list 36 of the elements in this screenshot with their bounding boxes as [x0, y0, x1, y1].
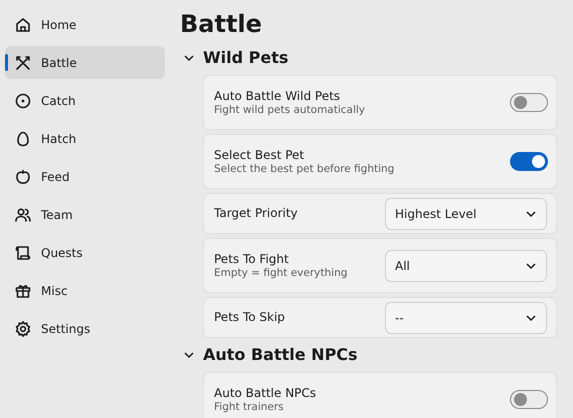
sidebar-item[interactable]: Settings — [5, 312, 165, 345]
setting-label: Pets To Fight — [214, 252, 290, 266]
sidebar-item[interactable]: Team — [5, 198, 165, 231]
toggle-switch[interactable] — [510, 93, 548, 112]
egg-icon — [14, 130, 32, 148]
sidebar-item[interactable]: Home — [5, 8, 165, 41]
setting-description: Select the best pet before fighting — [214, 162, 394, 176]
toggle-switch[interactable] — [510, 390, 548, 409]
setting-description: Fight trainers — [214, 400, 285, 414]
toggle-switch[interactable] — [510, 152, 548, 171]
setting-description: Fight wild pets automatically — [214, 104, 366, 116]
setting-label: Target Priority — [214, 206, 298, 221]
section-title: Auto Battle NPCs — [203, 344, 358, 366]
dropdown[interactable]: -- — [385, 302, 547, 334]
home-icon — [14, 16, 32, 34]
sidebar-item[interactable]: Misc — [5, 274, 165, 307]
active-indicator — [5, 54, 8, 71]
settings-icon — [14, 320, 32, 338]
setting-label: Pets To Skip — [214, 310, 285, 325]
sidebar-item[interactable]: Battle — [5, 46, 165, 79]
scroll-icon — [14, 244, 32, 262]
dropdown[interactable]: All — [385, 250, 547, 282]
sidebar-item[interactable]: Feed — [5, 160, 165, 193]
sidebar-item[interactable]: Quests — [5, 236, 165, 269]
setting-description: Empty = fight everything — [214, 266, 348, 280]
sidebar-item[interactable]: Catch — [5, 84, 165, 117]
people-icon — [14, 206, 32, 224]
setting-label: Auto Battle Wild Pets — [214, 88, 342, 104]
apple-icon — [14, 168, 32, 186]
target-icon — [14, 92, 32, 110]
section-title: Wild Pets — [203, 47, 288, 69]
page-title: Battle — [180, 9, 262, 39]
sidebar-item[interactable]: Hatch — [5, 122, 165, 155]
setting-label: Auto Battle NPCs — [214, 386, 316, 400]
dropdown[interactable]: Highest Level — [385, 198, 547, 230]
setting-label: Select Best Pet — [214, 148, 306, 162]
